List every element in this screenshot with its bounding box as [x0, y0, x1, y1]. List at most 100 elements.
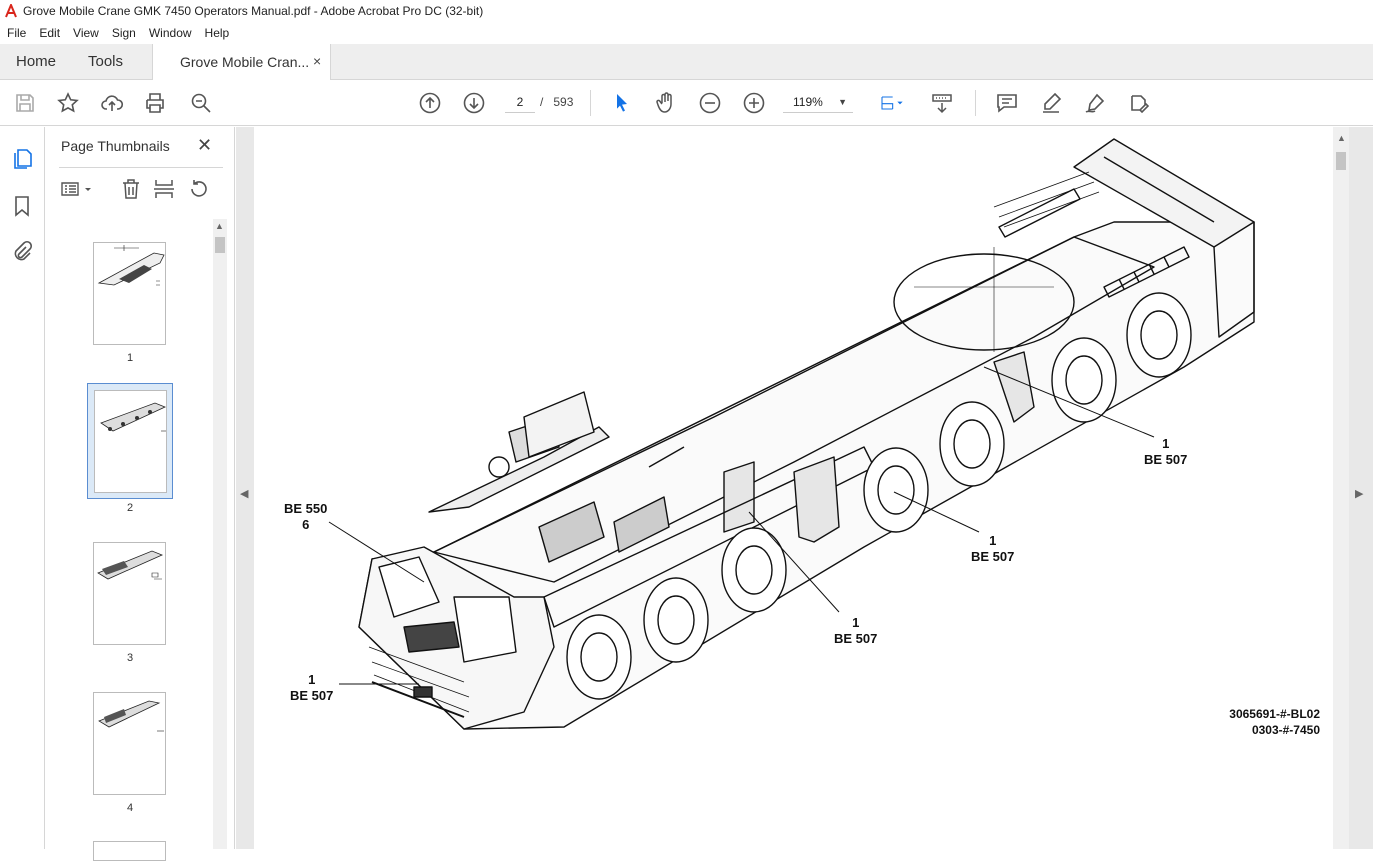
- ref-code-line-2: 0303-#-7450: [1251, 723, 1320, 737]
- comment-button[interactable]: [994, 90, 1020, 116]
- navigation-rail: [0, 127, 45, 849]
- cloud-upload-icon: [101, 95, 124, 111]
- zoom-level-select[interactable]: 119% ▼: [783, 91, 853, 113]
- pen-icon: [1085, 93, 1105, 113]
- plus-circle-icon: [743, 92, 765, 114]
- pdf-page: 1 BE 507 1 BE 507 1 BE 507 BE 550 6 1 BE…: [254, 127, 1334, 849]
- hand-tool-button[interactable]: [653, 90, 679, 116]
- highlighter-icon: [1043, 92, 1062, 113]
- callout-number: 1: [989, 533, 997, 548]
- search-icon: [191, 93, 211, 113]
- print-button[interactable]: [142, 90, 168, 116]
- tab-tools[interactable]: Tools: [88, 53, 123, 70]
- menu-view[interactable]: View: [66, 26, 105, 40]
- cursor-arrow-icon: [617, 94, 627, 112]
- upload-button[interactable]: [99, 90, 125, 116]
- ref-code-line-1: 3065691-#-BL02: [1229, 707, 1320, 721]
- callout-number: 6: [302, 517, 310, 532]
- fit-page-icon: [881, 96, 903, 110]
- arrow-up-circle-icon: [419, 92, 441, 114]
- page-number-input[interactable]: 2: [505, 91, 535, 113]
- close-panel-button[interactable]: ✕: [197, 135, 212, 156]
- fill-sign-button[interactable]: [1126, 90, 1152, 116]
- menu-file[interactable]: File: [0, 26, 32, 40]
- scrollbar-thumb[interactable]: [215, 237, 225, 253]
- callout-front-axle: 1 BE 507: [834, 615, 877, 647]
- tab-home[interactable]: Home: [16, 53, 56, 70]
- crane-technical-drawing: [328, 138, 1255, 730]
- page-thumbnails-icon[interactable]: [10, 147, 34, 171]
- page-thumbnail-4[interactable]: [93, 692, 166, 795]
- page-thumbnail-5[interactable]: [93, 841, 166, 861]
- delete-page-icon[interactable]: [119, 177, 143, 201]
- page-count: / 593: [540, 95, 573, 109]
- callout-rear: 1 BE 507: [1144, 436, 1187, 468]
- draw-button[interactable]: [1082, 90, 1108, 116]
- expand-panel-right-icon[interactable]: ▶: [1355, 487, 1363, 500]
- thumbnail-label: 1: [126, 352, 134, 364]
- page-thumbnail-3[interactable]: [93, 542, 166, 645]
- scroll-mode-button[interactable]: [929, 90, 955, 116]
- hand-icon: [656, 92, 672, 113]
- arrow-down-circle-icon: [463, 92, 485, 114]
- comment-icon: [997, 94, 1017, 113]
- minus-circle-icon: [699, 92, 721, 114]
- menu-window[interactable]: Window: [142, 26, 198, 40]
- keyboard-scroll-icon: [932, 94, 952, 114]
- thumbnail-options-icon[interactable]: [59, 177, 93, 201]
- callout-reference: BE 550: [284, 501, 328, 516]
- zoom-out-button[interactable]: [697, 90, 723, 116]
- page-thumbnail-1[interactable]: [93, 242, 166, 345]
- rotate-page-icon[interactable]: [187, 177, 211, 201]
- toolbar-divider: [590, 90, 591, 116]
- highlight-button[interactable]: [1038, 90, 1064, 116]
- chevron-down-icon: ▼: [838, 97, 847, 107]
- drawing-reference-code: 3065691-#-BL02 0303-#-7450: [1194, 706, 1320, 738]
- callout-cab-top: BE 550 6: [284, 501, 327, 533]
- scrollbar-thumb[interactable]: [1336, 152, 1346, 170]
- insert-page-icon[interactable]: [152, 177, 176, 201]
- page-separator: /: [540, 95, 544, 109]
- thumbnail-drawing: [97, 245, 165, 286]
- save-button[interactable]: [12, 90, 38, 116]
- thumbnail-drawing: [100, 402, 166, 432]
- scroll-up-icon[interactable]: ▲: [215, 221, 224, 231]
- select-tool-button[interactable]: [609, 90, 635, 116]
- title-bar: Grove Mobile Crane GMK 7450 Operators Ma…: [0, 0, 1373, 22]
- scroll-up-icon[interactable]: ▲: [1337, 133, 1346, 143]
- menu-sign[interactable]: Sign: [105, 26, 142, 40]
- tab-document-label: Grove Mobile Cran...: [180, 54, 310, 70]
- menu-bar: File Edit View Sign Window Help: [0, 22, 1373, 44]
- acrobat-logo-icon: [5, 4, 17, 18]
- callout-middle: 1 BE 507: [971, 533, 1014, 565]
- tab-close-button[interactable]: ×: [313, 53, 321, 69]
- main-toolbar: 2 / 593 119% ▼: [0, 80, 1373, 126]
- page-thumbnail-2[interactable]: [94, 390, 167, 493]
- zoom-in-button[interactable]: [741, 90, 767, 116]
- menu-help[interactable]: Help: [198, 26, 236, 40]
- find-button[interactable]: [188, 90, 214, 116]
- divider: [59, 167, 223, 168]
- bookmark-star-button[interactable]: [55, 90, 81, 116]
- next-page-button[interactable]: [461, 90, 487, 116]
- star-icon: [57, 92, 79, 113]
- attachment-icon[interactable]: [10, 239, 34, 263]
- document-scrollbar[interactable]: ▲: [1333, 127, 1349, 849]
- tab-document[interactable]: Grove Mobile Cran... ×: [152, 44, 331, 81]
- callout-bumper: 1 BE 507: [290, 672, 333, 704]
- panel-title: Page Thumbnails: [61, 138, 170, 154]
- page-layout-button[interactable]: [874, 90, 910, 116]
- thumbnail-drawing: [97, 550, 164, 580]
- previous-page-button[interactable]: [417, 90, 443, 116]
- thumbnail-label: 4: [126, 802, 134, 814]
- callout-number: 1: [308, 672, 316, 687]
- callout-reference: BE 507: [971, 549, 1015, 564]
- menu-edit[interactable]: Edit: [32, 26, 66, 40]
- page-total: 593: [553, 95, 574, 109]
- callout-number: 1: [852, 615, 860, 630]
- collapse-panel-left-icon[interactable]: ◀: [240, 487, 248, 500]
- page-thumbnails-panel: Page Thumbnails ✕ 1 2 3 4 ▲: [45, 127, 235, 861]
- bookmark-icon[interactable]: [10, 194, 34, 218]
- thumbnail-scrollbar[interactable]: ▲: [213, 219, 227, 849]
- toolbar-divider: [975, 90, 976, 116]
